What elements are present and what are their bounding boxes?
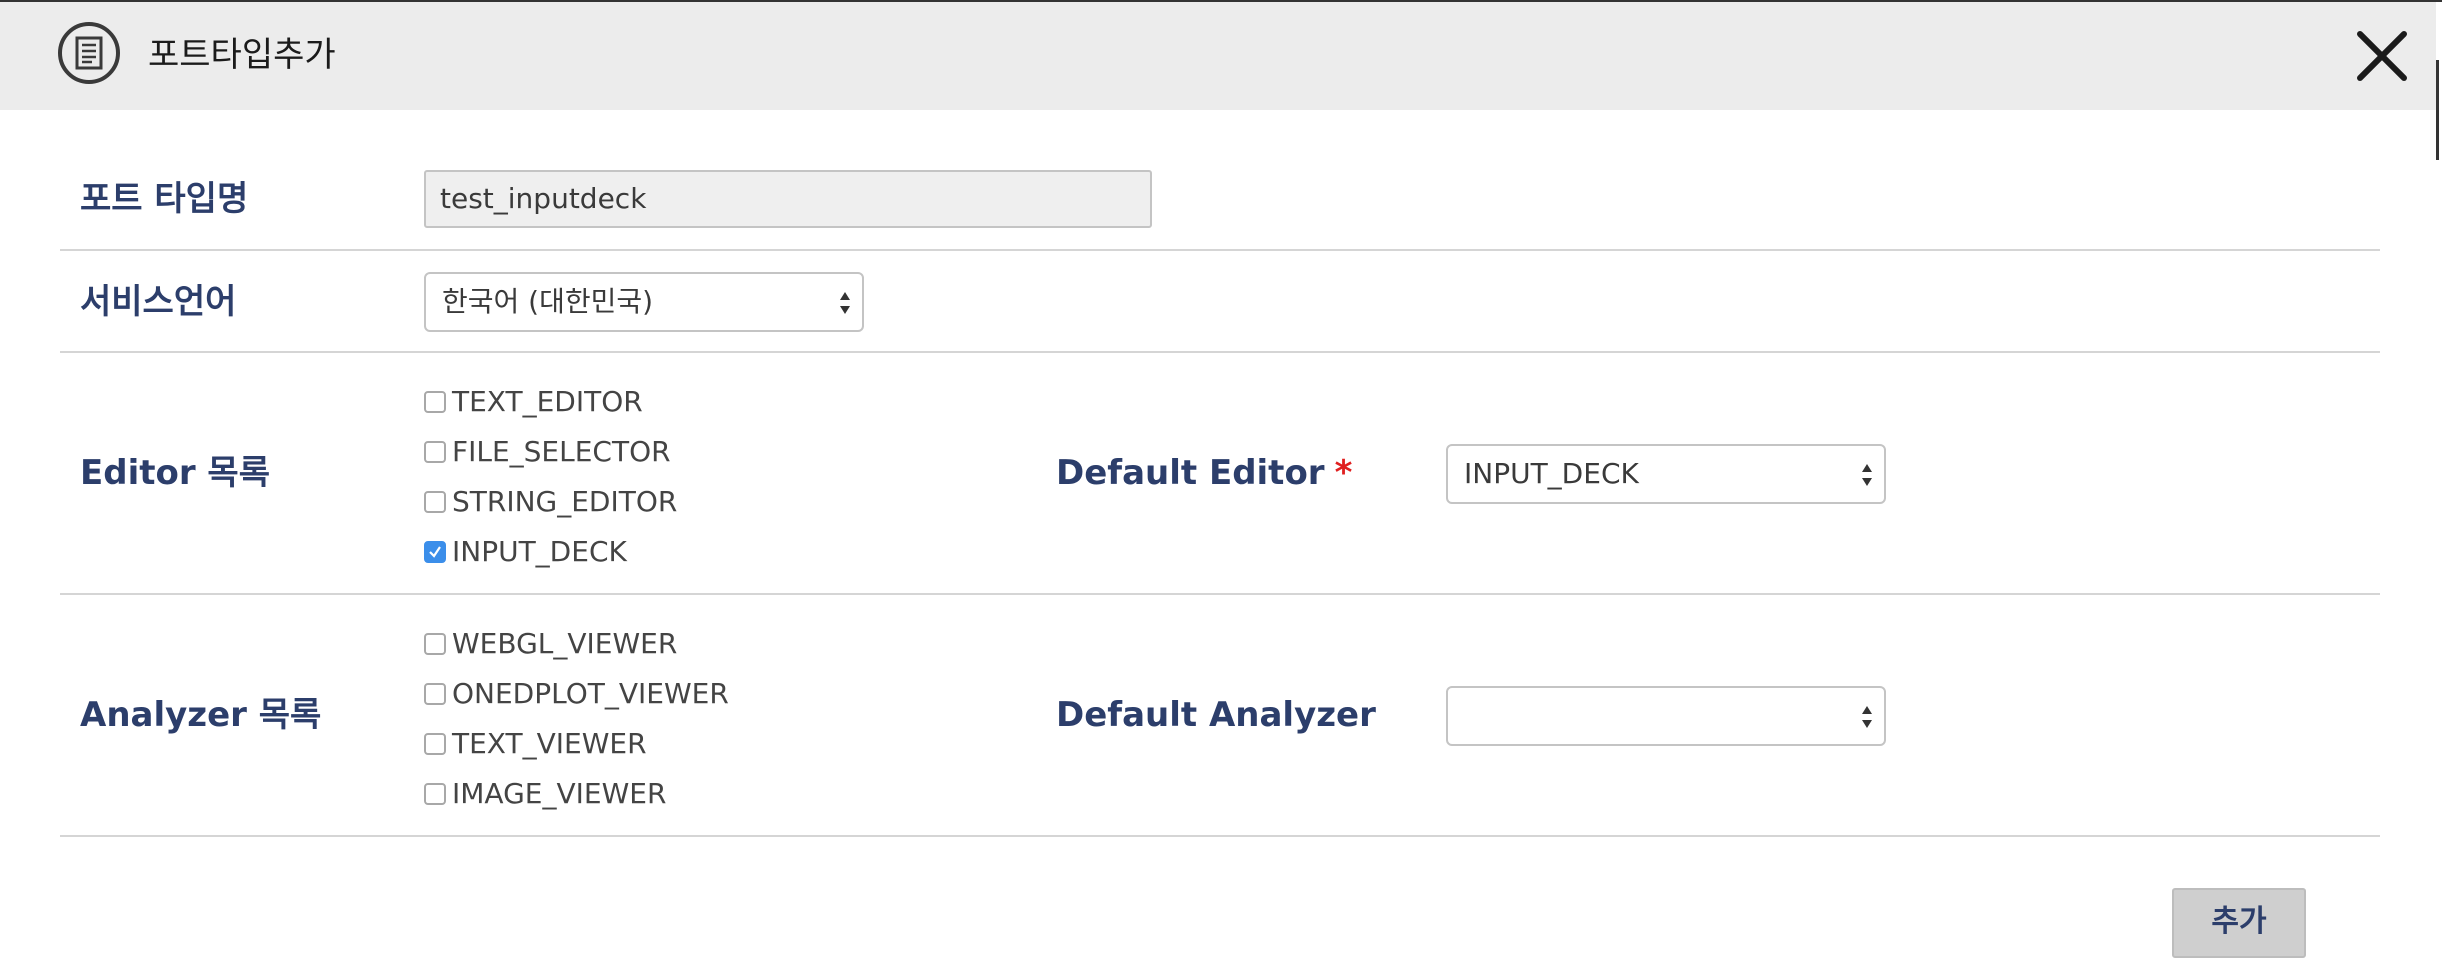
editor-checkbox-item[interactable]: FILE_SELECTOR — [424, 432, 671, 472]
editor-list-label: Editor 목록 — [80, 453, 270, 493]
default-analyzer-select[interactable] — [1446, 686, 1886, 746]
check-icon — [429, 546, 441, 558]
add-button[interactable]: 추가 — [2172, 888, 2306, 958]
close-button[interactable] — [2354, 28, 2410, 84]
checkbox[interactable] — [424, 633, 446, 655]
checkbox-label: IMAGE_VIEWER — [452, 777, 667, 810]
checkbox-label: TEXT_EDITOR — [452, 385, 643, 418]
editor-checkbox-item[interactable]: TEXT_EDITOR — [424, 382, 643, 422]
analyzer-list-label: Analyzer 목록 — [80, 695, 322, 735]
analyzer-checkbox-item[interactable]: TEXT_VIEWER — [424, 724, 647, 764]
editor-checkbox-item[interactable]: STRING_EDITOR — [424, 482, 677, 522]
divider — [60, 593, 2380, 595]
checkbox[interactable] — [424, 783, 446, 805]
checkbox-label: FILE_SELECTOR — [452, 435, 671, 468]
service-language-value: 한국어 (대한민국) — [442, 285, 654, 318]
close-icon — [2357, 31, 2407, 81]
document-icon — [58, 22, 120, 84]
port-type-name-label: 포트 타입명 — [80, 179, 249, 219]
dialog-title: 포트타입추가 — [148, 35, 336, 75]
divider — [60, 835, 2380, 837]
service-language-select[interactable]: 한국어 (대한민국) — [424, 272, 864, 332]
select-arrows-icon — [840, 292, 850, 314]
checkbox[interactable] — [424, 491, 446, 513]
checkbox-label: STRING_EDITOR — [452, 485, 678, 518]
default-editor-select[interactable]: INPUT_DECK — [1446, 444, 1886, 504]
dialog-header: 포트타입추가 — [0, 2, 2436, 110]
required-mark: * — [1334, 453, 1353, 493]
checkbox-label: TEXT_VIEWER — [452, 727, 647, 760]
select-arrows-icon — [1862, 464, 1872, 486]
default-editor-text: Default Editor — [1056, 453, 1325, 493]
default-editor-label: Default Editor * — [1056, 451, 1352, 495]
default-analyzer-label: Default Analyzer — [1056, 695, 1376, 735]
checkbox[interactable] — [424, 441, 446, 463]
checkbox[interactable] — [424, 391, 446, 413]
analyzer-checkbox-item[interactable]: IMAGE_VIEWER — [424, 774, 666, 814]
checkbox-label: WEBGL_VIEWER — [452, 627, 678, 660]
service-language-label: 서비스언어 — [80, 282, 237, 322]
checkbox[interactable] — [424, 733, 446, 755]
checkbox-label: INPUT_DECK — [452, 535, 627, 568]
port-type-name-input[interactable]: test_inputdeck — [424, 170, 1152, 228]
analyzer-checkbox-item[interactable]: ONEDPLOT_VIEWER — [424, 674, 729, 714]
window-scrollbar[interactable] — [2436, 60, 2439, 160]
select-arrows-icon — [1862, 706, 1872, 728]
divider — [60, 249, 2380, 251]
editor-checkbox-item[interactable]: INPUT_DECK — [424, 532, 627, 572]
checkbox[interactable] — [424, 683, 446, 705]
checkbox-checked[interactable] — [424, 541, 446, 563]
default-editor-value: INPUT_DECK — [1464, 457, 1639, 490]
checkbox-label: ONEDPLOT_VIEWER — [452, 677, 729, 710]
divider — [60, 351, 2380, 353]
analyzer-checkbox-item[interactable]: WEBGL_VIEWER — [424, 624, 677, 664]
